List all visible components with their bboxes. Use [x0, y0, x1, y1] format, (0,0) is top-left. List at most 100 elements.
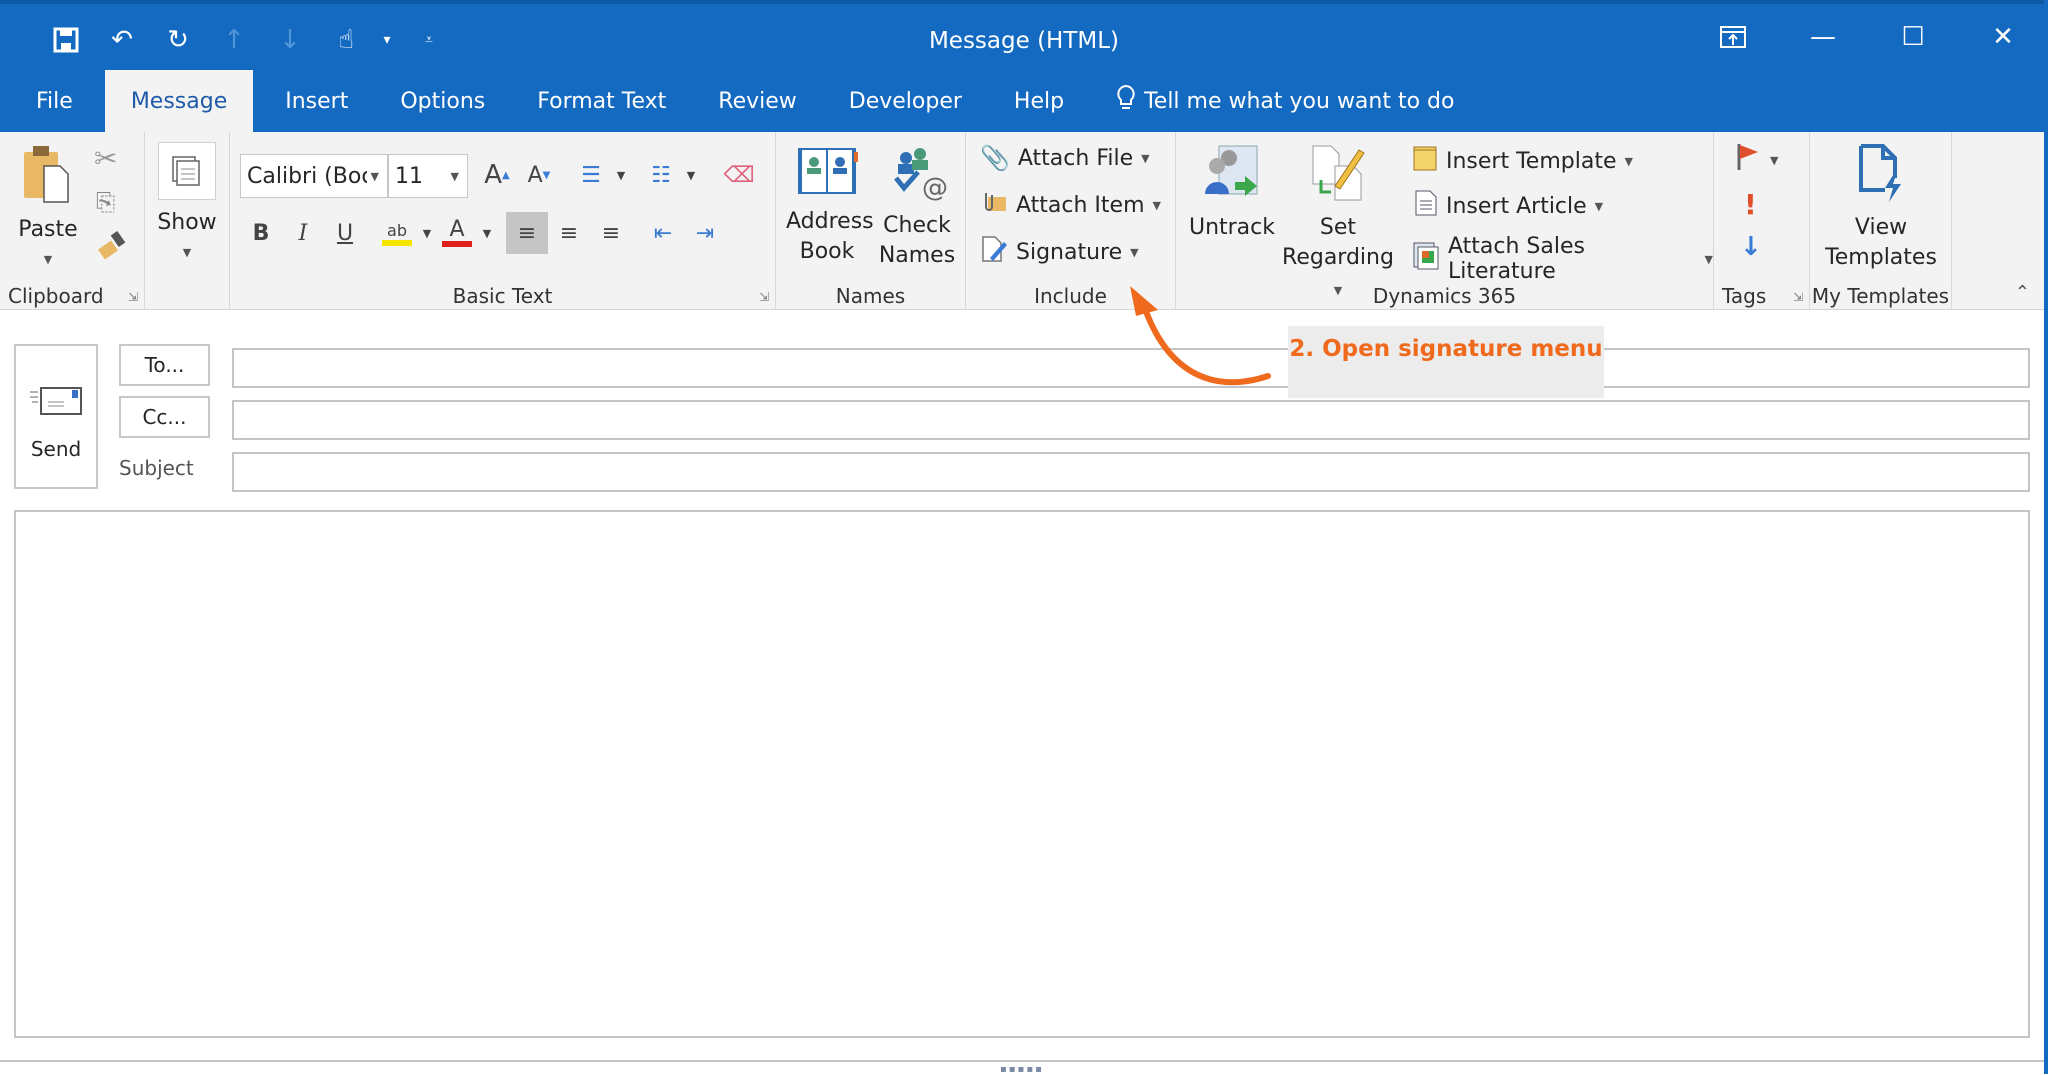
reading-pane-splitter[interactable]: ▪▪▪▪▪ [0, 1060, 2044, 1075]
send-label: Send [30, 437, 82, 461]
chevron-down-icon: ▼ [450, 169, 459, 183]
bullets-icon[interactable]: ☰ [570, 154, 612, 196]
shrink-font-icon[interactable]: A ▼ [518, 154, 560, 196]
increase-indent-icon[interactable]: ⇥ [684, 212, 726, 254]
cc-button[interactable]: Cc... [119, 396, 210, 438]
address-book-label-1: Address [786, 209, 874, 234]
signature-button[interactable]: Signature ▼ [980, 234, 1139, 270]
group-basic-text: Calibri (Boc ▼ 11 ▼ A ▲ A ▼ ☰ ▼ ☷ ▼ ⌫ B I … [230, 132, 776, 310]
insert-article-label: Insert Article [1446, 193, 1587, 219]
set-regarding-icon [1312, 145, 1365, 201]
highlight-dropdown-icon[interactable]: ▼ [418, 212, 436, 254]
paperclip-icon: 📎 [980, 144, 1010, 172]
insert-article-button[interactable]: Insert Article ▼ [1414, 189, 1603, 223]
text-format-buttons: B I U ab ▼ A ▼ ≡ ≡ ≡ ⇤ ⇥ [240, 212, 726, 254]
paste-label: Paste [18, 217, 78, 242]
show-icon [172, 156, 200, 186]
underline-button[interactable]: U [324, 212, 366, 254]
font-name-combobox[interactable]: Calibri (Boc ▼ [240, 154, 388, 198]
ribbon-tabs: File Message Insert Options Format Text … [0, 70, 2048, 132]
tell-me-search[interactable]: Tell me what you want to do [1090, 70, 1454, 132]
check-names-icon: @ [894, 148, 948, 203]
view-templates-label-2: Templates [1825, 245, 1937, 270]
check-names-label-1: Check [883, 213, 951, 238]
copy-icon[interactable]: ⎘ [96, 188, 115, 216]
tab-review[interactable]: Review [692, 70, 823, 132]
format-painter-icon[interactable] [96, 228, 130, 262]
clipboard-launcher-icon[interactable]: ⇲ [128, 290, 138, 304]
ribbon-display-options-icon[interactable] [1688, 14, 1778, 60]
flag-dropdown-icon[interactable]: ▼ [1770, 154, 1778, 167]
collapse-ribbon-icon[interactable]: ⌃ [2015, 282, 2030, 303]
font-color-icon[interactable]: A [436, 212, 478, 254]
show-button[interactable]: Show ▼ [153, 142, 221, 268]
align-left-icon[interactable]: ≡ [506, 212, 548, 254]
highlight-icon[interactable]: ab [376, 212, 418, 254]
font-size-combobox[interactable]: 11 ▼ [388, 154, 468, 198]
decrease-indent-icon[interactable]: ⇤ [642, 212, 684, 254]
title-bar: ↶ ↻ ↑ ↓ ☝ ▾ ⩡ Message (HTML) — ☐ ✕ [0, 0, 2048, 70]
svg-text:@: @ [922, 173, 948, 202]
follow-up-flag-icon[interactable] [1736, 142, 1762, 176]
to-button[interactable]: To... [119, 344, 210, 386]
annotation-callout: 2. Open signature menu [1288, 326, 1604, 398]
tab-message[interactable]: Message [104, 70, 254, 132]
untrack-button[interactable]: Untrack [1186, 142, 1278, 243]
align-right-icon[interactable]: ≡ [590, 212, 632, 254]
cc-field[interactable] [232, 400, 2030, 440]
font-color-dropdown-icon[interactable]: ▼ [478, 212, 496, 254]
check-names-button[interactable]: @ Check Names [874, 146, 960, 271]
tab-developer[interactable]: Developer [823, 70, 988, 132]
chevron-down-icon: ▼ [370, 169, 379, 183]
attach-file-label: Attach File [1017, 145, 1134, 171]
bullets-dropdown-icon[interactable]: ▼ [612, 154, 630, 196]
subject-field[interactable] [232, 452, 2030, 492]
signature-label: Signature [1016, 239, 1123, 265]
chevron-down-icon: ▼ [1594, 199, 1604, 213]
cut-icon[interactable]: ✂ [94, 142, 117, 175]
address-book-label-2: Book [799, 239, 855, 264]
clear-formatting-icon[interactable]: ⌫ [718, 154, 760, 196]
attach-sales-literature-label: Attach Sales Literature [1448, 234, 1585, 284]
signature-icon [980, 234, 1008, 270]
attach-file-button[interactable]: 📎 Attach File ▼ [980, 144, 1150, 172]
group-label-my-templates: My Templates [1811, 284, 1950, 308]
tab-insert[interactable]: Insert [259, 70, 374, 132]
font-size-value: 11 [395, 163, 423, 189]
align-center-icon[interactable]: ≡ [548, 212, 590, 254]
tab-format-text[interactable]: Format Text [511, 70, 692, 132]
group-label-names: Names [835, 284, 906, 308]
basic-text-launcher-icon[interactable]: ⇲ [759, 290, 769, 304]
tell-me-text: Tell me what you want to do [1144, 88, 1455, 114]
insert-template-label: Insert Template [1446, 148, 1617, 174]
tab-options[interactable]: Options [374, 70, 511, 132]
address-book-icon [798, 148, 858, 194]
maximize-icon[interactable]: ☐ [1868, 14, 1958, 60]
minimize-icon[interactable]: — [1778, 14, 1868, 60]
grow-font-icon[interactable]: A ▲ [476, 154, 518, 196]
high-importance-icon[interactable]: ! [1744, 188, 1757, 221]
view-templates-button[interactable]: View Templates [1816, 142, 1946, 273]
close-icon[interactable]: ✕ [1958, 14, 2048, 60]
tags-launcher-icon[interactable]: ⇲ [1793, 290, 1803, 304]
message-body[interactable] [14, 510, 2030, 1038]
insert-template-button[interactable]: Insert Template ▼ [1412, 144, 1633, 178]
bold-button[interactable]: B [240, 212, 282, 254]
attach-item-button[interactable]: Attach Item ▼ [980, 189, 1161, 221]
ribbon: Paste ▼ ✂ ⎘ Clipboard ⇲ Show ▼ Calibri (… [0, 132, 2044, 310]
numbering-icon[interactable]: ☷ [640, 154, 682, 196]
send-button[interactable]: Send [14, 344, 98, 489]
italic-button[interactable]: I [282, 212, 324, 254]
attach-sales-literature-button[interactable]: Attach Sales Literature ▼ [1412, 234, 1713, 284]
tab-file[interactable]: File [10, 70, 99, 132]
attach-item-icon [980, 189, 1008, 221]
paste-button[interactable]: Paste ▼ [10, 144, 86, 275]
chevron-down-icon: ▼ [1130, 245, 1139, 259]
splitter-grip-icon[interactable]: ▪▪▪▪▪ [1000, 1064, 1044, 1075]
numbering-dropdown-icon[interactable]: ▼ [682, 154, 700, 196]
tab-help[interactable]: Help [988, 70, 1090, 132]
chevron-down-icon: ▼ [1624, 154, 1633, 168]
low-importance-icon[interactable]: ↓ [1740, 232, 1762, 262]
address-book-button[interactable]: Address Book [786, 146, 874, 267]
set-regarding-label-1: Set [1319, 215, 1357, 240]
